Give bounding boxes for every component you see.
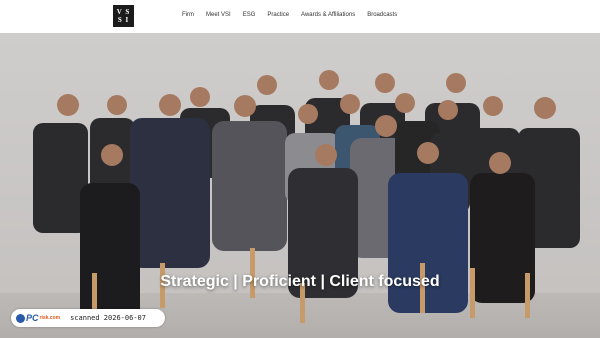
team-group-illustration <box>33 70 580 323</box>
vsi-logo[interactable]: V S S I <box>113 5 134 27</box>
logo-line-1: V S <box>116 8 131 16</box>
pcrisk-logo: PC risk.com <box>16 313 60 323</box>
nav-item-esg[interactable]: ESG <box>243 12 256 18</box>
nav-item-broadcasts[interactable]: Broadcasts <box>367 12 397 18</box>
pcrisk-brand: PC <box>26 313 39 323</box>
scan-date-text: scanned 2026-06-07 <box>70 314 146 322</box>
nav-item-awards-affiliations[interactable]: Awards & Affiliations <box>301 12 355 18</box>
magnifier-icon <box>16 313 25 323</box>
hero-tagline: Strategic | Proficient | Client focused <box>160 273 440 290</box>
nav-item-practice[interactable]: Practice <box>267 12 289 18</box>
nav-item-meet-vsi[interactable]: Meet VSI <box>206 12 231 18</box>
pcrisk-brand-suffix: risk.com <box>39 315 61 321</box>
nav-menu: Firm Meet VSI ESG Practice Awards & Affi… <box>182 12 409 18</box>
nav-item-firm[interactable]: Firm <box>182 12 194 18</box>
pcrisk-scan-badge: PC risk.com scanned 2026-06-07 <box>11 309 165 327</box>
logo-line-2: S I <box>117 16 130 24</box>
top-navigation: V S S I Firm Meet VSI ESG Practice Award… <box>0 0 600 33</box>
hero-team-photo: Strategic | Proficient | Client focused <box>0 33 600 338</box>
